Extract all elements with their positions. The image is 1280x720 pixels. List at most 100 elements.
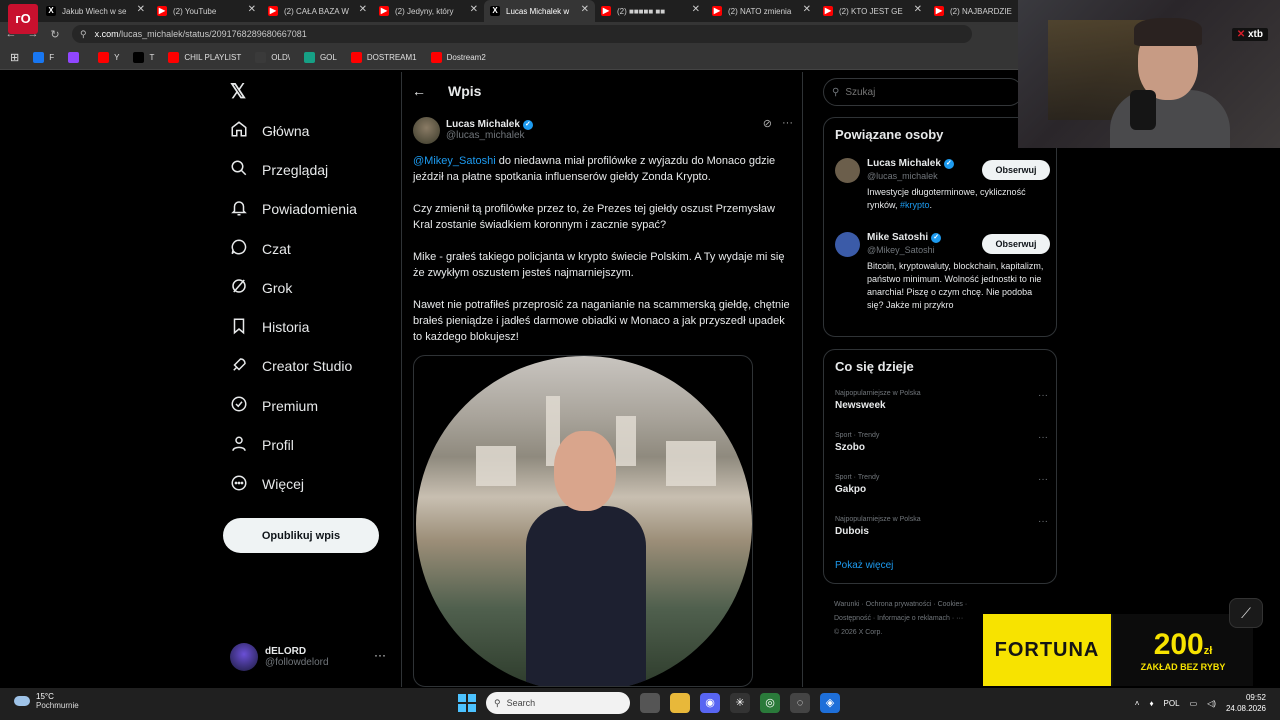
browser-tab[interactable]: ▶ (2) KTO JEST GE ✕: [817, 0, 928, 22]
nav-item-home[interactable]: Główna: [222, 111, 402, 150]
task-view-icon[interactable]: [640, 693, 660, 713]
clock[interactable]: 09:52 24.08.2026: [1226, 692, 1266, 714]
taskbar-search[interactable]: ⚲ Search: [486, 692, 630, 714]
more-icon[interactable]: ···: [1038, 516, 1048, 527]
bookmark-item[interactable]: GOL: [303, 52, 337, 63]
browser-tab[interactable]: X Jakub Wiech w se ✕: [40, 0, 151, 22]
nav-item-grok[interactable]: Grok: [222, 268, 402, 307]
close-icon[interactable]: ✕: [359, 4, 367, 15]
bookmark-item[interactable]: F: [33, 52, 54, 63]
nav-label: Przeglądaj: [262, 161, 329, 178]
nav-item-bell[interactable]: Powiadomienia: [222, 190, 402, 229]
volume-icon[interactable]: ◁): [1207, 699, 1216, 708]
tweet-media[interactable]: [413, 355, 753, 687]
bell-icon: [230, 199, 248, 220]
follow-button[interactable]: Obserwuj: [982, 234, 1050, 254]
bookmark-item[interactable]: Y: [98, 52, 119, 63]
nav-item-bookmark[interactable]: Historia: [222, 307, 402, 346]
nav-item-chat[interactable]: Czat: [222, 229, 402, 268]
nav-item-more-circle[interactable]: Więcej: [222, 465, 402, 504]
trend-item[interactable]: Najpopularniejsze w Polska Newsweek ···: [835, 390, 1050, 422]
bookmark-item[interactable]: CHIL PLAYLIST: [168, 52, 241, 63]
discord-icon[interactable]: ◉: [700, 693, 720, 713]
account-switcher[interactable]: dELORD @followdelord ···: [230, 642, 390, 672]
grok-icon[interactable]: ⊘: [763, 117, 772, 130]
close-icon[interactable]: ✕: [581, 4, 589, 15]
back-arrow-icon[interactable]: ←: [412, 83, 426, 99]
apps-grid-icon[interactable]: ⊞: [10, 51, 19, 64]
search-field[interactable]: ⚲: [823, 78, 1023, 106]
browser-tab[interactable]: ▶ (2) YouTube ✕: [151, 0, 262, 22]
person-handle: @lucas_michalek: [867, 171, 938, 181]
person-bio: Bitcoin, kryptowaluty, blockchain, kapit…: [867, 261, 1044, 310]
browser-tab[interactable]: ▶ (2) CAŁA BAZA W ✕: [262, 0, 373, 22]
bookmark-item[interactable]: [68, 52, 84, 63]
mention-link[interactable]: @Mikey_Satoshi: [413, 155, 496, 167]
close-icon[interactable]: ✕: [248, 4, 256, 15]
person-name[interactable]: Lucas Michalek: [867, 158, 941, 169]
trend-item[interactable]: Najpopularniejsze w Polska Dubois ···: [835, 516, 1050, 548]
file-explorer-icon[interactable]: [670, 693, 690, 713]
bookmark-item[interactable]: DOSTREAM1: [350, 52, 417, 63]
account-name: dELORD: [265, 646, 307, 657]
streamer-logo: ᴦO: [8, 4, 38, 34]
browser-tab[interactable]: X Lucas Michalek w ✕: [484, 0, 595, 22]
chrome-icon[interactable]: ◎: [760, 693, 780, 713]
close-icon[interactable]: ✕: [914, 4, 922, 15]
more-icon[interactable]: ···: [782, 117, 793, 130]
url-field[interactable]: ⚲ x.com/lucas_michalek/status/2091768289…: [72, 25, 972, 43]
bookmark-label: OLD\: [271, 53, 290, 62]
author-avatar[interactable]: [413, 116, 440, 144]
x-logo-icon[interactable]: 𝕏: [230, 82, 250, 102]
trend-topic: Szobo: [835, 442, 865, 453]
grok-fab-icon[interactable]: ⟋: [1229, 598, 1263, 628]
browser-tab[interactable]: ▶ (2) ■■■■■ ■■ ✕: [595, 0, 706, 22]
close-icon[interactable]: ✕: [803, 4, 811, 15]
tab-title: (2) NAJBARDZIE: [950, 6, 1012, 16]
more-icon[interactable]: ···: [1038, 390, 1048, 401]
search-input[interactable]: [845, 86, 996, 98]
close-icon[interactable]: ✕: [137, 4, 145, 15]
more-icon[interactable]: ···: [374, 648, 386, 662]
footer-line[interactable]: Warunki · Ochrona prywatności · Cookies …: [834, 598, 1034, 612]
person-icon: [230, 435, 248, 456]
mic-icon[interactable]: ♦: [1149, 699, 1153, 708]
more-icon[interactable]: ···: [1038, 474, 1048, 485]
trend-item[interactable]: Sport · Trendy Szobo ···: [835, 432, 1050, 464]
app-icon[interactable]: ◌: [790, 693, 810, 713]
nav-item-person[interactable]: Profil: [222, 425, 402, 464]
chevron-up-icon[interactable]: ˄: [1135, 699, 1140, 708]
close-icon[interactable]: ✕: [470, 4, 478, 15]
post-button[interactable]: Opublikuj wpis: [223, 518, 379, 553]
avatar[interactable]: [835, 232, 860, 257]
bookmark-item[interactable]: Dostream2: [430, 52, 486, 63]
person-name[interactable]: Mike Satoshi: [867, 232, 928, 243]
nav-item-rocket[interactable]: Creator Studio: [222, 347, 402, 386]
show-more-link[interactable]: Pokaż więcej: [835, 560, 893, 571]
bookmark-item[interactable]: OLD\: [255, 52, 290, 63]
network-icon[interactable]: ▭: [1190, 699, 1198, 708]
bookmark-item[interactable]: T: [133, 52, 154, 63]
nav-item-premium[interactable]: Premium: [222, 386, 402, 425]
app-icon[interactable]: ◈: [820, 693, 840, 713]
avatar[interactable]: [835, 158, 860, 183]
close-icon[interactable]: ✕: [692, 4, 700, 15]
hashtag-link[interactable]: #krypto: [900, 200, 930, 210]
windows-start-icon[interactable]: [458, 694, 476, 712]
language-indicator[interactable]: POL: [1164, 699, 1180, 708]
reload-icon[interactable]: ↻: [44, 28, 66, 41]
nav-item-search[interactable]: Przeglądaj: [222, 150, 402, 189]
follow-button[interactable]: Obserwuj: [982, 160, 1050, 180]
browser-tab[interactable]: ▶ (2) Jedyny, który ✕: [373, 0, 484, 22]
bookmark-icon: [303, 52, 315, 63]
author-handle[interactable]: @lucas_michalek: [446, 130, 533, 141]
trends-card: Co się dzieje Pokaż więcej Najpopularnie…: [823, 349, 1057, 584]
browser-tab[interactable]: ▶ (2) NATO zmienia ✕: [706, 0, 817, 22]
author-name[interactable]: Lucas Michalek: [446, 119, 520, 130]
weather-widget[interactable]: 15°C Pochmurnie: [14, 692, 79, 710]
app-icon[interactable]: ✳: [730, 693, 750, 713]
home-icon: [230, 120, 248, 141]
site-info-icon[interactable]: ⚲: [80, 29, 87, 40]
more-icon[interactable]: ···: [1038, 432, 1048, 443]
trend-item[interactable]: Sport · Trendy Gakpo ···: [835, 474, 1050, 506]
